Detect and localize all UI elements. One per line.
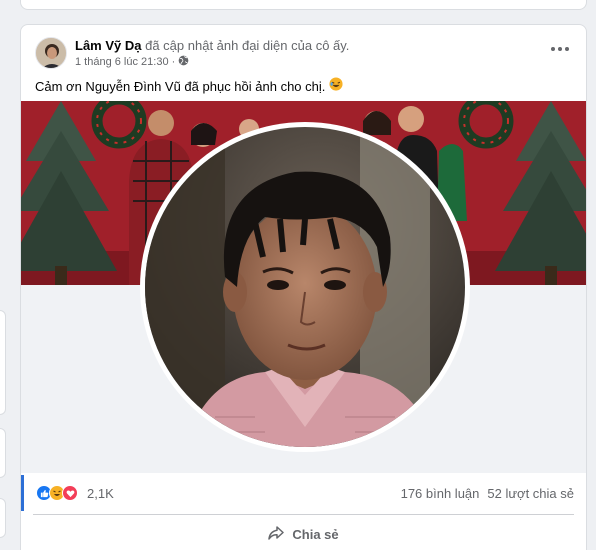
share-button[interactable]: Chia sẻ [21, 517, 586, 550]
love-reaction-icon [62, 485, 78, 501]
reactions-summary[interactable]: 2,1K [36, 485, 114, 501]
post-caption: Cảm ơn Nguyễn Đình Vũ đã phục hồi ảnh ch… [35, 77, 343, 96]
left-panel-edge [0, 498, 6, 538]
engagement-counts: 176 bình luận 52 lượt chia sẻ [401, 486, 574, 501]
profile-photo[interactable] [145, 127, 465, 447]
share-button-label: Chia sẻ [292, 526, 339, 542]
globe-icon[interactable] [178, 55, 189, 69]
more-horizontal-icon [551, 47, 555, 51]
share-arrow-icon [268, 525, 285, 543]
left-panel-edge [0, 310, 6, 415]
comment-count-link[interactable]: 176 bình luận [401, 486, 480, 501]
post-action-text: đã cập nhật ảnh đại diện của cô ấy. [145, 38, 350, 53]
share-count-link[interactable]: 52 lượt chia sẻ [487, 486, 574, 501]
feed-post: Lâm Vỹ Dạ đã cập nhật ảnh đại diện của c… [20, 24, 587, 550]
left-panel-edge [0, 428, 6, 478]
previous-post-card-edge [20, 0, 587, 10]
author-avatar[interactable] [35, 37, 67, 69]
rolling-laughing-emoji [329, 77, 343, 96]
post-header-line: Lâm Vỹ Dạ đã cập nhật ảnh đại diện của c… [75, 37, 349, 54]
more-options-button[interactable] [548, 39, 572, 59]
post-timestamp[interactable]: 1 tháng 6 lúc 21:30 [75, 56, 169, 68]
reaction-stats-bar: 2,1K 176 bình luận 52 lượt chia sẻ [21, 475, 586, 511]
divider [33, 514, 574, 515]
author-name-link[interactable]: Lâm Vỹ Dạ [75, 38, 141, 53]
profile-photo-update[interactable] [21, 101, 586, 473]
post-meta: 1 tháng 6 lúc 21:30 · [75, 55, 189, 69]
reaction-count[interactable]: 2,1K [87, 486, 114, 501]
